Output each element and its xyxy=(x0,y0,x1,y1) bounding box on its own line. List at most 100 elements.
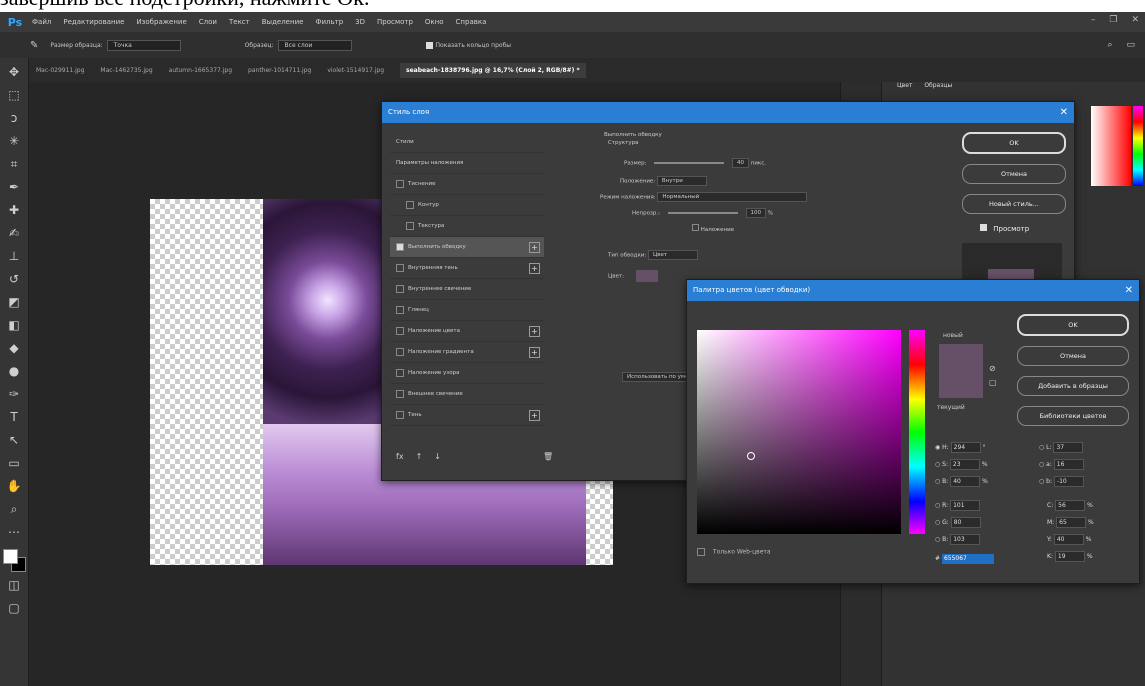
move-up-icon[interactable]: ↑ xyxy=(416,452,423,461)
position-select[interactable]: Внутри xyxy=(656,176,707,186)
l-input[interactable]: 37 xyxy=(1053,442,1084,453)
healing-tool-icon[interactable]: ✚ xyxy=(5,201,23,219)
tab-color[interactable]: Цвет xyxy=(897,82,912,89)
hex-row[interactable]: # 655067 xyxy=(935,554,994,564)
doc-tab[interactable]: Mac-029911.jpg xyxy=(36,67,84,74)
menu-layers[interactable]: Слои xyxy=(199,18,217,26)
move-down-icon[interactable]: ↓ xyxy=(434,452,441,461)
b-input[interactable]: 40 xyxy=(950,476,981,487)
style-item-styles[interactable]: Стили xyxy=(390,132,544,153)
brush-tool-icon[interactable]: ✍ xyxy=(5,224,23,242)
doc-tab[interactable]: violet-1514917.jpg xyxy=(327,67,384,74)
size-slider[interactable] xyxy=(654,162,725,164)
gamut-warning-icon[interactable]: ⊘ xyxy=(989,364,996,373)
add-icon[interactable]: + xyxy=(529,326,540,337)
opacity-input[interactable]: 100 xyxy=(745,208,766,218)
r-row[interactable]: ○ R: 101 xyxy=(935,500,981,511)
l-row[interactable]: ○ L: 37 xyxy=(1039,442,1084,453)
dodge-tool-icon[interactable]: ● xyxy=(5,362,23,380)
type-tool-icon[interactable]: T xyxy=(5,408,23,426)
opacity-slider[interactable] xyxy=(667,212,738,214)
sample-from-select[interactable]: Все слои xyxy=(277,39,352,51)
size-input[interactable]: 40 xyxy=(732,158,749,168)
checkbox[interactable] xyxy=(396,179,404,188)
gradient-tool-icon[interactable]: ◧ xyxy=(5,316,23,334)
g-row[interactable]: ○ G: 80 xyxy=(935,517,981,528)
minimize-icon[interactable]: – xyxy=(1091,15,1096,25)
blue-row[interactable]: ○ B: 103 xyxy=(935,534,981,545)
search-icon[interactable]: ⌕ xyxy=(1107,40,1112,50)
add-icon[interactable]: + xyxy=(529,263,540,274)
menu-filter[interactable]: Фильтр xyxy=(315,18,343,26)
lab-b-input[interactable]: -10 xyxy=(1053,476,1084,487)
menu-edit[interactable]: Редактирование xyxy=(63,18,124,26)
checkbox[interactable] xyxy=(406,221,414,230)
style-item-bevel[interactable]: Тиснение xyxy=(390,174,544,195)
blend-select[interactable]: Нормальный xyxy=(657,192,808,202)
doc-tab[interactable]: Mac-1462735.jpg xyxy=(100,67,152,74)
checkbox[interactable] xyxy=(396,410,404,419)
c-input[interactable]: 56 xyxy=(1055,500,1086,511)
a-row[interactable]: ○ a: 16 xyxy=(1039,459,1084,470)
ok-button[interactable]: OK xyxy=(1017,314,1129,336)
move-tool-icon[interactable]: ✥ xyxy=(5,63,23,81)
checkbox[interactable] xyxy=(396,368,404,377)
stroke-color-swatch[interactable] xyxy=(635,270,658,282)
h-input[interactable]: 294 xyxy=(950,442,981,453)
doc-tab-active[interactable]: seabeach-1838796.jpg @ 16,7% (Слой 2, RG… xyxy=(400,62,586,78)
checkbox[interactable] xyxy=(396,284,404,293)
checkbox[interactable] xyxy=(396,389,404,398)
fill-type-select[interactable]: Цвет xyxy=(647,250,698,260)
menu-file[interactable]: Файл xyxy=(32,18,51,26)
s-input[interactable]: 23 xyxy=(949,459,980,470)
color-panel-hue[interactable] xyxy=(1133,106,1143,186)
menu-3d[interactable]: 3D xyxy=(355,18,365,26)
menu-select[interactable]: Выделение xyxy=(262,18,304,26)
style-item-drop-shadow[interactable]: Тень + xyxy=(390,405,544,426)
style-item-stroke[interactable]: Выполнить обводку + xyxy=(390,237,544,258)
history-brush-icon[interactable]: ↺ xyxy=(5,270,23,288)
eyedropper-icon[interactable]: ✒ xyxy=(5,178,23,196)
r-input[interactable]: 101 xyxy=(950,500,981,511)
style-item-inner-glow[interactable]: Внутреннее свечение xyxy=(390,279,544,300)
style-item-texture[interactable]: Текстура xyxy=(390,216,544,237)
tab-swatches[interactable]: Образцы xyxy=(924,82,952,89)
checkbox[interactable] xyxy=(396,263,404,272)
h-row[interactable]: ◉ H: 294 ° xyxy=(935,442,986,453)
style-item-pattern-overlay[interactable]: Наложение узора xyxy=(390,363,544,384)
y-input[interactable]: 40 xyxy=(1053,534,1084,545)
screen-mode-icon[interactable]: ▢ xyxy=(5,599,23,617)
quick-mask-icon[interactable]: ◫ xyxy=(5,576,23,594)
menu-view[interactable]: Просмотр xyxy=(377,18,413,26)
cancel-button[interactable]: Отмена xyxy=(1017,346,1129,366)
workspace-icon[interactable]: ▭ xyxy=(1126,40,1135,50)
new-style-button[interactable]: Новый стиль... xyxy=(962,194,1066,214)
sample-size-select[interactable]: Точка xyxy=(106,39,181,51)
overprint-checkbox[interactable] xyxy=(692,224,699,231)
doc-tab[interactable]: autumn-1665377.jpg xyxy=(169,67,232,74)
menu-help[interactable]: Справка xyxy=(456,18,487,26)
checkbox[interactable] xyxy=(396,347,404,356)
close-icon[interactable]: ✕ xyxy=(1125,280,1133,301)
color-panel-field[interactable] xyxy=(1091,106,1131,186)
style-item-satin[interactable]: Глянец xyxy=(390,300,544,321)
ok-button[interactable]: OK xyxy=(962,132,1066,154)
doc-tab[interactable]: panther-1014711.jpg xyxy=(248,67,311,74)
preview-checkbox[interactable] xyxy=(980,224,987,231)
stamp-tool-icon[interactable]: ⊥ xyxy=(5,247,23,265)
style-item-gradient-overlay[interactable]: Наложение градиента + xyxy=(390,342,544,363)
add-icon[interactable]: + xyxy=(529,410,540,421)
web-only-checkbox[interactable] xyxy=(697,548,705,556)
checkbox[interactable] xyxy=(396,242,404,251)
cancel-button[interactable]: Отмена xyxy=(962,164,1066,184)
web-color-icon[interactable]: ▢ xyxy=(989,378,997,387)
marquee-tool-icon[interactable]: ⬚ xyxy=(5,86,23,104)
checkbox[interactable] xyxy=(396,326,404,335)
hue-slider[interactable] xyxy=(909,330,925,534)
style-item-contour[interactable]: Контур xyxy=(390,195,544,216)
y-row[interactable]: Y: 40 % xyxy=(1047,534,1091,545)
color-field-cursor[interactable] xyxy=(747,452,755,460)
menu-window[interactable]: Окно xyxy=(425,18,444,26)
menu-type[interactable]: Текст xyxy=(229,18,250,26)
hand-tool-icon[interactable]: ✋ xyxy=(5,477,23,495)
